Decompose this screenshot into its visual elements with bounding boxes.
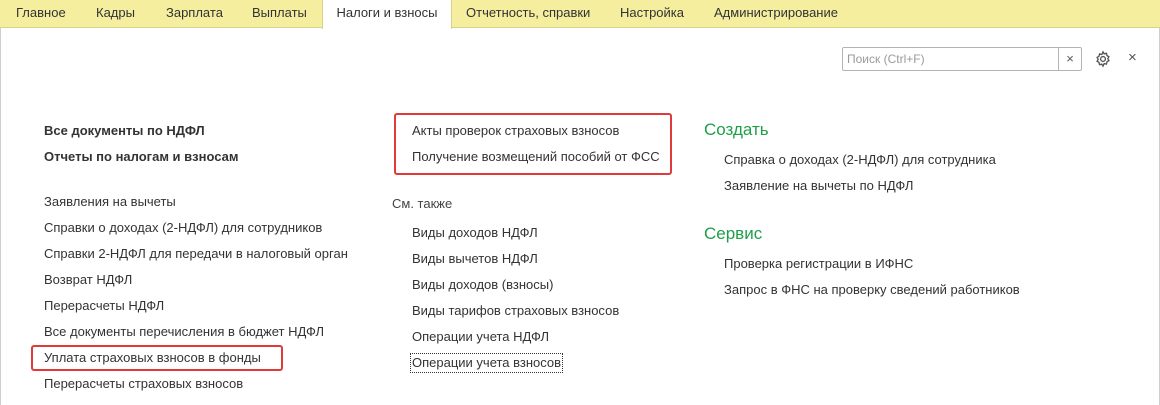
tab-taxes-and-contributions[interactable]: Налоги и взносы [322,0,452,29]
link-deduction-applications[interactable]: Заявления на вычеты [44,194,176,210]
link-ndfl-transfer-documents[interactable]: Все документы перечисления в бюджет НДФЛ [44,324,324,340]
tab-reporting[interactable]: Отчетность, справки [466,0,590,28]
link-contribution-tariff-types[interactable]: Виды тарифов страховых взносов [412,303,619,319]
tab-payments[interactable]: Выплаты [252,0,307,28]
tab-main[interactable]: Главное [16,0,66,28]
section-title-service: Сервис [704,224,763,243]
clear-search-button[interactable]: × [1058,48,1081,70]
link-2ndfl-for-tax-authority[interactable]: Справки 2-НДФЛ для передачи в налоговый … [44,246,348,262]
main-section-tabbar: Главное Кадры Зарплата Выплаты Налоги и … [0,0,1160,29]
link-ndfl-deduction-types[interactable]: Виды вычетов НДФЛ [412,251,538,267]
gear-icon[interactable] [1094,50,1112,68]
link-ndfl-accounting-operations[interactable]: Операции учета НДФЛ [412,329,549,345]
link-all-ndfl-documents[interactable]: Все документы по НДФЛ [44,123,205,139]
search-input[interactable] [843,48,1057,70]
tab-salary[interactable]: Зарплата [166,0,223,28]
link-ndfl-income-types[interactable]: Виды доходов НДФЛ [412,225,538,241]
link-check-ifns-registration[interactable]: Проверка регистрации в ИФНС [724,256,913,272]
close-icon[interactable]: × [1128,49,1137,67]
link-create-income-certificate[interactable]: Справка о доходах (2-НДФЛ) для сотрудник… [724,152,996,168]
link-contributions-recalculations[interactable]: Перерасчеты страховых взносов [44,376,243,392]
link-contribution-accounting-operations[interactable]: Операции учета взносов [409,353,564,373]
link-fns-employee-check-request[interactable]: Запрос в ФНС на проверку сведений работн… [724,282,1020,298]
search-box: × [842,47,1082,71]
section-title-create: Создать [704,120,769,139]
tab-administration[interactable]: Администрирование [714,0,838,28]
link-income-certificates-employees[interactable]: Справки о доходах (2-НДФЛ) для сотрудник… [44,220,322,236]
link-create-deduction-application[interactable]: Заявление на вычеты по НДФЛ [724,178,913,194]
link-ndfl-recalculations[interactable]: Перерасчеты НДФЛ [44,298,164,314]
highlight-frame [31,345,283,371]
highlight-frame [394,113,672,175]
link-ndfl-refund[interactable]: Возврат НДФЛ [44,272,132,288]
see-also-label: См. также [392,196,453,211]
link-tax-reports[interactable]: Отчеты по налогам и взносам [44,149,238,165]
link-contribution-income-types[interactable]: Виды доходов (взносы) [412,277,553,293]
tab-settings[interactable]: Настройка [620,0,684,28]
tab-personnel[interactable]: Кадры [96,0,135,28]
